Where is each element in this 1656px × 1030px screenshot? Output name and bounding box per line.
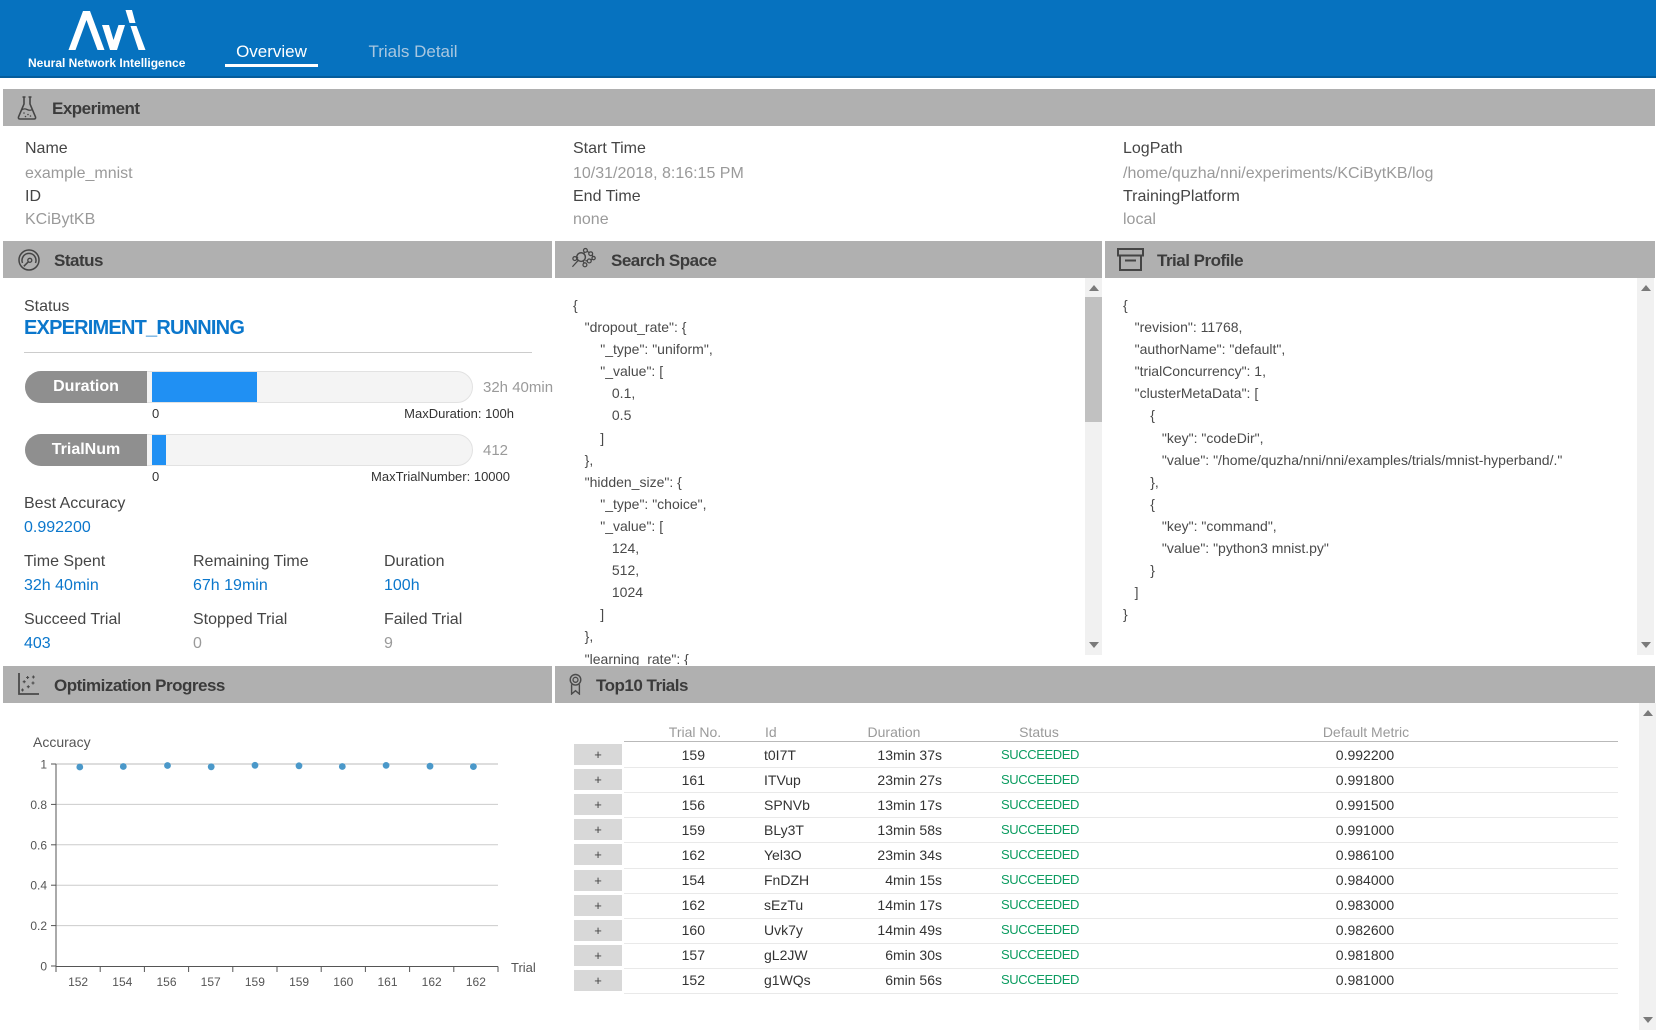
svg-text:159: 159 bbox=[289, 975, 309, 989]
svg-text:152: 152 bbox=[68, 975, 88, 989]
svg-text:162: 162 bbox=[422, 975, 442, 989]
svg-text:0.6: 0.6 bbox=[30, 838, 47, 852]
svg-text:1: 1 bbox=[40, 758, 47, 772]
svg-text:159: 159 bbox=[245, 975, 265, 989]
svg-text:154: 154 bbox=[112, 975, 132, 989]
svg-text:156: 156 bbox=[156, 975, 176, 989]
svg-text:157: 157 bbox=[201, 975, 221, 989]
svg-text:160: 160 bbox=[333, 975, 353, 989]
svg-text:0.8: 0.8 bbox=[30, 798, 47, 812]
svg-text:0.2: 0.2 bbox=[30, 919, 47, 933]
svg-text:162: 162 bbox=[466, 975, 486, 989]
svg-text:Trial: Trial bbox=[511, 960, 536, 975]
svg-text:0: 0 bbox=[40, 960, 47, 974]
svg-text:Accuracy: Accuracy bbox=[33, 734, 91, 750]
svg-text:0.4: 0.4 bbox=[30, 879, 47, 893]
svg-text:161: 161 bbox=[377, 975, 397, 989]
